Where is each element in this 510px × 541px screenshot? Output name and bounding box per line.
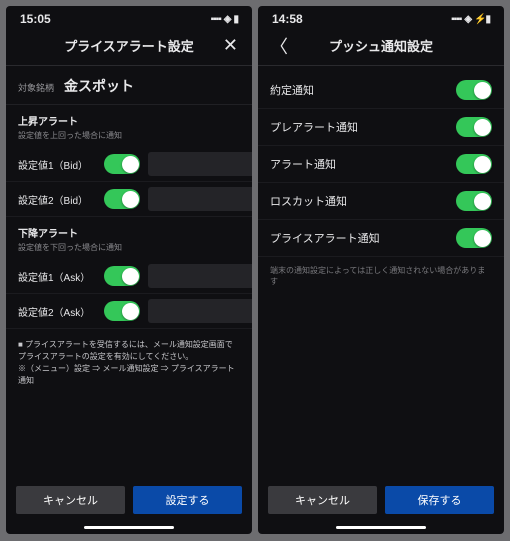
toggle-yakujo[interactable] [456,80,492,100]
battery-icon: ▮ [233,14,238,25]
push-label: プライスアラート通知 [270,230,380,246]
push-label: プレアラート通知 [270,119,358,135]
down-row-2: 設定値2（Ask） [6,294,252,329]
note-line-2: ※（メニュー）設定 ⇒ メール通知設定 ⇒ プライスアラート通知 [18,363,240,387]
push-label: ロスカット通知 [270,193,347,209]
target-row: 対象銘柄 金スポット [6,66,252,105]
push-note: 端末の通知設定によっては正しく通知されない場合があります [258,257,504,295]
toggle-losscut[interactable] [456,191,492,211]
footer: キャンセル 保存する [258,478,504,520]
up-row-1: 設定値1（Bid） [6,147,252,182]
target-label: 対象銘柄 [18,81,54,94]
header: 〈 プッシュ通知設定 [258,28,504,66]
battery-charging-icon: ⚡▮ [474,14,490,25]
note-block: ■ プライスアラートを受信するには、メール通知設定画面でプライスアラートの設定を… [6,329,252,397]
home-indicator[interactable] [6,520,252,534]
push-row: ロスカット通知 [258,183,504,220]
up-section-title: 上昇アラート [18,113,240,128]
down-row-1: 設定値1（Ask） [6,259,252,294]
toggle-down-1[interactable] [104,266,140,286]
signal-icon: ▪▪▪▪ [211,14,221,25]
push-label: アラート通知 [270,156,336,172]
cancel-button[interactable]: キャンセル [268,486,377,514]
down-section-caption: 設定値を下回った場合に通知 [18,242,240,253]
down-section-head: 下降アラート 設定値を下回った場合に通知 [6,217,252,259]
status-bar: 14:58 ▪▪▪▪ ◈ ⚡▮ [258,6,504,28]
up-row-2: 設定値2（Bid） [6,182,252,217]
push-row: アラート通知 [258,146,504,183]
push-row: プライスアラート通知 [258,220,504,257]
status-bar: 15:05 ▪▪▪▪ ◈ ▮ [6,6,252,28]
page-title: プライスアラート設定 [64,36,194,55]
home-indicator[interactable] [258,520,504,534]
signal-icon: ▪▪▪▪ [451,14,461,25]
row-label: 設定値2（Bid） [18,192,96,207]
push-label: 約定通知 [270,82,314,98]
value-input-up-2[interactable] [148,187,252,211]
toggle-prealert[interactable] [456,117,492,137]
toggle-pricealert[interactable] [456,228,492,248]
value-input-up-1[interactable] [148,152,252,176]
cancel-button[interactable]: キャンセル [16,486,125,514]
push-settings-screen: 14:58 ▪▪▪▪ ◈ ⚡▮ 〈 プッシュ通知設定 約定通知 プレアラート通知… [258,6,504,534]
row-label: 設定値1（Ask） [18,269,96,284]
push-row: 約定通知 [258,72,504,109]
up-section-head: 上昇アラート 設定値を上回った場合に通知 [6,105,252,147]
toggle-down-2[interactable] [104,301,140,321]
wifi-icon: ◈ [464,14,471,25]
status-time: 14:58 [272,12,303,26]
wifi-icon: ◈ [224,14,231,25]
price-alert-screen: 15:05 ▪▪▪▪ ◈ ▮ プライスアラート設定 ✕ 対象銘柄 金スポット 上… [6,6,252,534]
value-input-down-1[interactable] [148,264,252,288]
toggle-up-2[interactable] [104,189,140,209]
up-section-caption: 設定値を上回った場合に通知 [18,130,240,141]
submit-button[interactable]: 設定する [133,486,242,514]
value-input-down-2[interactable] [148,299,252,323]
down-section-title: 下降アラート [18,225,240,240]
row-label: 設定値1（Bid） [18,157,96,172]
status-time: 15:05 [20,12,51,26]
save-button[interactable]: 保存する [385,486,494,514]
header: プライスアラート設定 ✕ [6,28,252,66]
target-value: 金スポット [64,76,134,96]
push-list: 約定通知 プレアラート通知 アラート通知 ロスカット通知 プライスアラート通知 [258,72,504,257]
close-icon[interactable]: ✕ [223,35,238,56]
toggle-alert[interactable] [456,154,492,174]
footer: キャンセル 設定する [6,478,252,520]
note-line-1: ■ プライスアラートを受信するには、メール通知設定画面でプライスアラートの設定を… [18,339,240,363]
back-icon[interactable]: 〈 [270,33,288,59]
push-row: プレアラート通知 [258,109,504,146]
row-label: 設定値2（Ask） [18,304,96,319]
toggle-up-1[interactable] [104,154,140,174]
page-title: プッシュ通知設定 [329,36,433,55]
